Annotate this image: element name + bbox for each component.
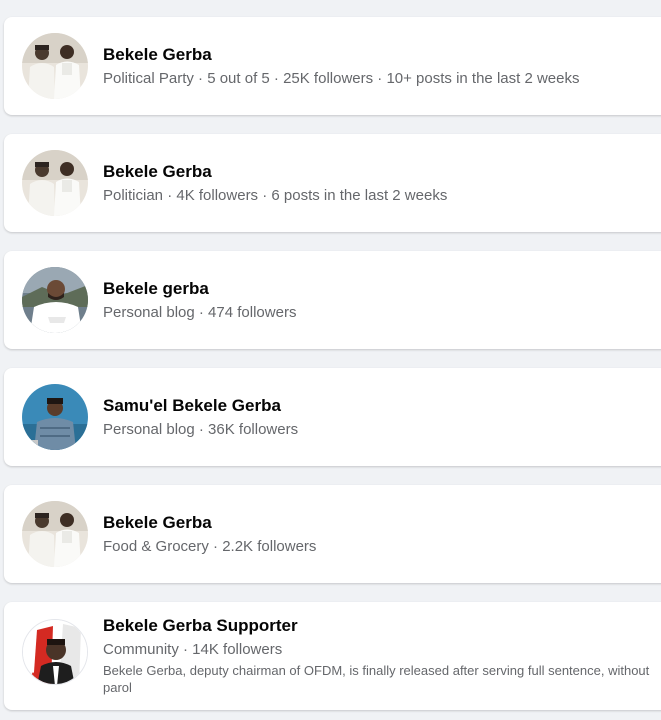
profile-avatar[interactable]: [22, 384, 88, 450]
result-name[interactable]: Bekele Gerba Supporter: [103, 616, 298, 636]
search-result-card[interactable]: Bekele Gerba Food & Grocery · 2.2K follo…: [4, 485, 661, 583]
profile-avatar[interactable]: [22, 33, 88, 99]
result-meta: Community · 14K followers: [103, 641, 283, 658]
result-name[interactable]: Samu'el Bekele Gerba: [103, 396, 281, 416]
profile-avatar[interactable]: [22, 150, 88, 216]
result-meta: Food & Grocery · 2.2K followers: [103, 538, 317, 555]
profile-avatar[interactable]: [22, 619, 88, 685]
result-name[interactable]: Bekele Gerba: [103, 162, 212, 182]
result-name[interactable]: Bekele Gerba: [103, 513, 212, 533]
result-meta: Personal blog · 474 followers: [103, 304, 297, 321]
profile-avatar[interactable]: [22, 267, 88, 333]
search-result-card[interactable]: Bekele Gerba Political Party · 5 out of …: [4, 17, 661, 115]
result-name[interactable]: Bekele Gerba: [103, 45, 212, 65]
search-result-card[interactable]: Bekele Gerba Supporter Community · 14K f…: [4, 602, 661, 710]
profile-avatar[interactable]: [22, 501, 88, 567]
search-result-card[interactable]: Bekele gerba Personal blog · 474 followe…: [4, 251, 661, 349]
result-meta: Political Party · 5 out of 5 · 25K follo…: [103, 70, 580, 87]
result-meta: Politician · 4K followers · 6 posts in t…: [103, 187, 448, 204]
result-description: Bekele Gerba, deputy chairman of OFDM, i…: [103, 663, 650, 695]
result-name[interactable]: Bekele gerba: [103, 279, 209, 299]
search-result-card[interactable]: Bekele Gerba Politician · 4K followers ·…: [4, 134, 661, 232]
search-result-card[interactable]: Samu'el Bekele Gerba Personal blog · 36K…: [4, 368, 661, 466]
result-meta: Personal blog · 36K followers: [103, 421, 299, 438]
